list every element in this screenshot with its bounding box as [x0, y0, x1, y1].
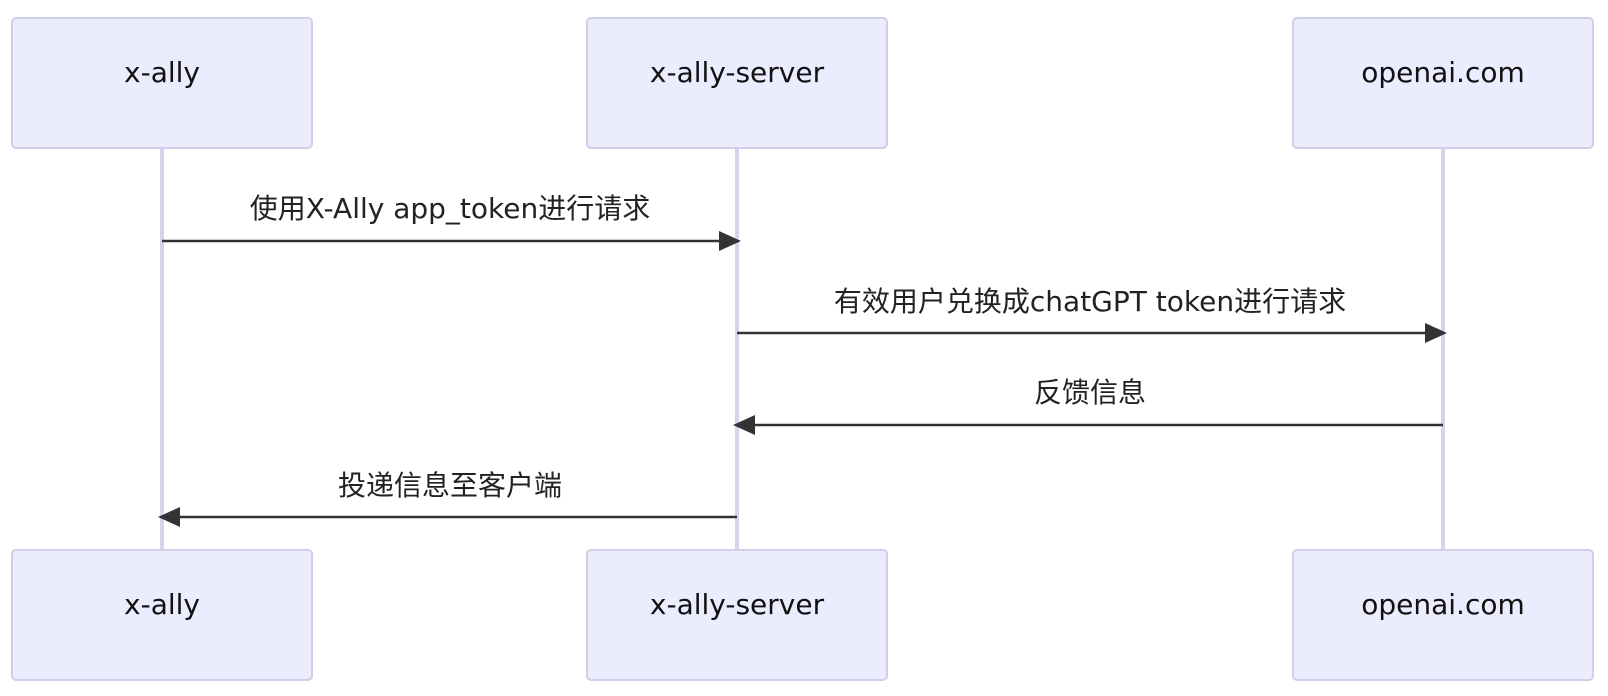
actor-top-openai: openai.com — [1292, 17, 1594, 149]
sequence-diagram: x-ally x-ally-server openai.com 使用X-Ally… — [0, 0, 1608, 696]
actor-top-x-ally-label: x-ally — [124, 56, 200, 89]
actor-bottom-x-ally: x-ally — [11, 549, 313, 681]
message-3-label: 反馈信息 — [1034, 376, 1146, 409]
actor-top-x-ally-server-label: x-ally-server — [650, 56, 825, 89]
actor-bottom-x-ally-label: x-ally — [124, 588, 200, 621]
message-1-label: 使用X-Ally app_token进行请求 — [250, 192, 650, 225]
message-2-label: 有效用户兑换成chatGPT token进行请求 — [834, 285, 1346, 318]
actor-top-x-ally: x-ally — [11, 17, 313, 149]
actor-bottom-openai-label: openai.com — [1361, 588, 1525, 621]
message-4-label: 投递信息至客户端 — [338, 469, 562, 502]
actor-bottom-x-ally-server: x-ally-server — [586, 549, 888, 681]
actor-bottom-openai: openai.com — [1292, 549, 1594, 681]
message-4: 投递信息至客户端 — [158, 469, 737, 527]
message-2: 有效用户兑换成chatGPT token进行请求 — [737, 285, 1447, 343]
message-3: 反馈信息 — [733, 376, 1443, 435]
sequence-diagram-canvas: x-ally x-ally-server openai.com 使用X-Ally… — [11, 17, 1594, 681]
actor-bottom-x-ally-server-label: x-ally-server — [650, 588, 825, 621]
actor-top-x-ally-server: x-ally-server — [586, 17, 888, 149]
message-1: 使用X-Ally app_token进行请求 — [162, 192, 741, 251]
actor-top-openai-label: openai.com — [1361, 56, 1525, 89]
